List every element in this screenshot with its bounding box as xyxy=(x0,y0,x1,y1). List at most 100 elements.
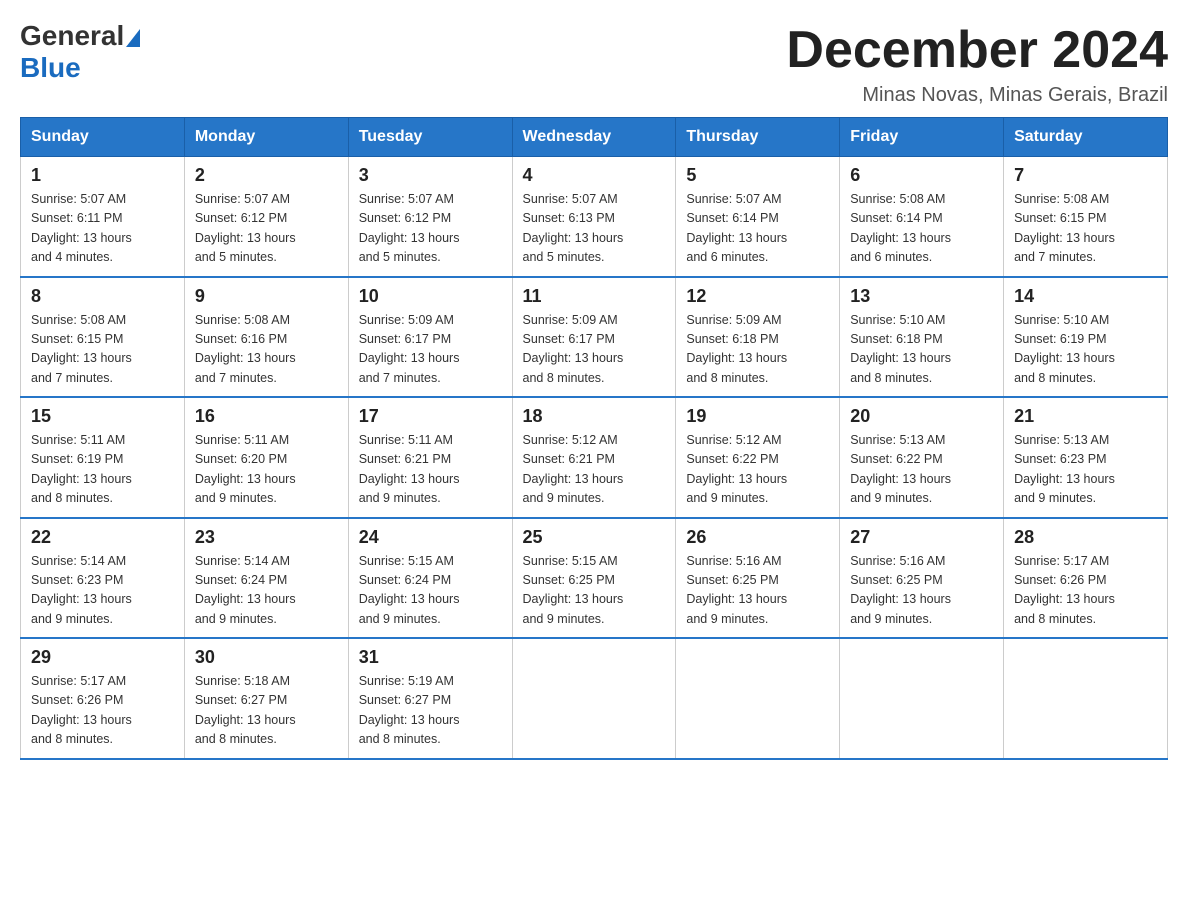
day-info: Sunrise: 5:14 AM Sunset: 6:24 PM Dayligh… xyxy=(195,552,338,630)
day-info: Sunrise: 5:12 AM Sunset: 6:21 PM Dayligh… xyxy=(523,431,666,509)
calendar-cell xyxy=(512,638,676,759)
day-number: 9 xyxy=(195,286,338,307)
day-info: Sunrise: 5:08 AM Sunset: 6:15 PM Dayligh… xyxy=(1014,190,1157,268)
day-info: Sunrise: 5:11 AM Sunset: 6:21 PM Dayligh… xyxy=(359,431,502,509)
calendar-header: SundayMondayTuesdayWednesdayThursdayFrid… xyxy=(21,118,1168,157)
calendar-cell: 1 Sunrise: 5:07 AM Sunset: 6:11 PM Daylig… xyxy=(21,157,185,277)
calendar-cell: 19 Sunrise: 5:12 AM Sunset: 6:22 PM Dayli… xyxy=(676,397,840,518)
day-info: Sunrise: 5:07 AM Sunset: 6:14 PM Dayligh… xyxy=(686,190,829,268)
day-number: 17 xyxy=(359,406,502,427)
calendar-cell: 18 Sunrise: 5:12 AM Sunset: 6:21 PM Dayli… xyxy=(512,397,676,518)
day-info: Sunrise: 5:13 AM Sunset: 6:22 PM Dayligh… xyxy=(850,431,993,509)
calendar-cell: 30Sunrise: 5:18 AM Sunset: 6:27 PM Dayli… xyxy=(184,638,348,759)
day-number: 19 xyxy=(686,406,829,427)
calendar-week-2: 8 Sunrise: 5:08 AM Sunset: 6:15 PM Daylig… xyxy=(21,277,1168,398)
day-info: Sunrise: 5:07 AM Sunset: 6:12 PM Dayligh… xyxy=(359,190,502,268)
calendar-cell: 25 Sunrise: 5:15 AM Sunset: 6:25 PM Dayli… xyxy=(512,518,676,639)
day-info: Sunrise: 5:15 AM Sunset: 6:24 PM Dayligh… xyxy=(359,552,502,630)
day-number: 26 xyxy=(686,527,829,548)
calendar-cell: 17 Sunrise: 5:11 AM Sunset: 6:21 PM Dayli… xyxy=(348,397,512,518)
day-number: 4 xyxy=(523,165,666,186)
day-info: Sunrise: 5:15 AM Sunset: 6:25 PM Dayligh… xyxy=(523,552,666,630)
day-info: Sunrise: 5:07 AM Sunset: 6:11 PM Dayligh… xyxy=(31,190,174,268)
column-header-friday: Friday xyxy=(840,118,1004,157)
day-number: 31 xyxy=(359,647,502,668)
day-number: 20 xyxy=(850,406,993,427)
calendar-cell: 20 Sunrise: 5:13 AM Sunset: 6:22 PM Dayli… xyxy=(840,397,1004,518)
logo: General Blue xyxy=(20,20,142,84)
calendar-cell: 9 Sunrise: 5:08 AM Sunset: 6:16 PM Daylig… xyxy=(184,277,348,398)
day-info: Sunrise: 5:09 AM Sunset: 6:17 PM Dayligh… xyxy=(523,311,666,389)
logo-blue-text: Blue xyxy=(20,52,81,83)
day-number: 12 xyxy=(686,286,829,307)
calendar-week-3: 15 Sunrise: 5:11 AM Sunset: 6:19 PM Dayli… xyxy=(21,397,1168,518)
column-header-sunday: Sunday xyxy=(21,118,185,157)
day-number: 11 xyxy=(523,286,666,307)
calendar-subtitle: Minas Novas, Minas Gerais, Brazil xyxy=(786,84,1168,107)
title-area: December 2024 Minas Novas, Minas Gerais,… xyxy=(786,20,1168,107)
calendar-cell: 21 Sunrise: 5:13 AM Sunset: 6:23 PM Dayli… xyxy=(1004,397,1168,518)
logo-general-text: General xyxy=(20,20,124,52)
day-number: 1 xyxy=(31,165,174,186)
day-number: 22 xyxy=(31,527,174,548)
day-info: Sunrise: 5:08 AM Sunset: 6:16 PM Dayligh… xyxy=(195,311,338,389)
day-number: 30 xyxy=(195,647,338,668)
day-info: Sunrise: 5:11 AM Sunset: 6:19 PM Dayligh… xyxy=(31,431,174,509)
day-info: Sunrise: 5:17 AM Sunset: 6:26 PM Dayligh… xyxy=(31,672,174,750)
column-header-thursday: Thursday xyxy=(676,118,840,157)
calendar-cell: 22 Sunrise: 5:14 AM Sunset: 6:23 PM Dayli… xyxy=(21,518,185,639)
day-info: Sunrise: 5:08 AM Sunset: 6:15 PM Dayligh… xyxy=(31,311,174,389)
logo-triangle-icon xyxy=(126,29,140,47)
day-number: 14 xyxy=(1014,286,1157,307)
day-number: 8 xyxy=(31,286,174,307)
day-number: 2 xyxy=(195,165,338,186)
day-info: Sunrise: 5:09 AM Sunset: 6:18 PM Dayligh… xyxy=(686,311,829,389)
calendar-cell: 6 Sunrise: 5:08 AM Sunset: 6:14 PM Daylig… xyxy=(840,157,1004,277)
day-info: Sunrise: 5:11 AM Sunset: 6:20 PM Dayligh… xyxy=(195,431,338,509)
day-number: 15 xyxy=(31,406,174,427)
calendar-cell: 12 Sunrise: 5:09 AM Sunset: 6:18 PM Dayli… xyxy=(676,277,840,398)
day-info: Sunrise: 5:12 AM Sunset: 6:22 PM Dayligh… xyxy=(686,431,829,509)
day-number: 10 xyxy=(359,286,502,307)
calendar-cell: 11 Sunrise: 5:09 AM Sunset: 6:17 PM Dayli… xyxy=(512,277,676,398)
day-info: Sunrise: 5:10 AM Sunset: 6:18 PM Dayligh… xyxy=(850,311,993,389)
day-info: Sunrise: 5:09 AM Sunset: 6:17 PM Dayligh… xyxy=(359,311,502,389)
day-info: Sunrise: 5:17 AM Sunset: 6:26 PM Dayligh… xyxy=(1014,552,1157,630)
calendar-cell: 10 Sunrise: 5:09 AM Sunset: 6:17 PM Dayli… xyxy=(348,277,512,398)
calendar-cell: 14 Sunrise: 5:10 AM Sunset: 6:19 PM Dayli… xyxy=(1004,277,1168,398)
calendar-title: December 2024 xyxy=(786,20,1168,80)
calendar-cell: 8 Sunrise: 5:08 AM Sunset: 6:15 PM Daylig… xyxy=(21,277,185,398)
day-info: Sunrise: 5:14 AM Sunset: 6:23 PM Dayligh… xyxy=(31,552,174,630)
day-number: 25 xyxy=(523,527,666,548)
day-info: Sunrise: 5:07 AM Sunset: 6:13 PM Dayligh… xyxy=(523,190,666,268)
calendar-cell: 29 Sunrise: 5:17 AM Sunset: 6:26 PM Dayli… xyxy=(21,638,185,759)
day-info: Sunrise: 5:10 AM Sunset: 6:19 PM Dayligh… xyxy=(1014,311,1157,389)
calendar-cell: 27Sunrise: 5:16 AM Sunset: 6:25 PM Dayli… xyxy=(840,518,1004,639)
day-number: 3 xyxy=(359,165,502,186)
day-number: 24 xyxy=(359,527,502,548)
day-number: 21 xyxy=(1014,406,1157,427)
day-info: Sunrise: 5:08 AM Sunset: 6:14 PM Dayligh… xyxy=(850,190,993,268)
day-number: 18 xyxy=(523,406,666,427)
calendar-cell: 23 Sunrise: 5:14 AM Sunset: 6:24 PM Dayli… xyxy=(184,518,348,639)
day-number: 6 xyxy=(850,165,993,186)
calendar-body: 1 Sunrise: 5:07 AM Sunset: 6:11 PM Daylig… xyxy=(21,157,1168,759)
calendar-cell: 2 Sunrise: 5:07 AM Sunset: 6:12 PM Daylig… xyxy=(184,157,348,277)
day-number: 13 xyxy=(850,286,993,307)
calendar-cell: 3 Sunrise: 5:07 AM Sunset: 6:12 PM Daylig… xyxy=(348,157,512,277)
day-info: Sunrise: 5:07 AM Sunset: 6:12 PM Dayligh… xyxy=(195,190,338,268)
calendar-cell: 24 Sunrise: 5:15 AM Sunset: 6:24 PM Dayli… xyxy=(348,518,512,639)
calendar-cell xyxy=(676,638,840,759)
calendar-table: SundayMondayTuesdayWednesdayThursdayFrid… xyxy=(20,117,1168,760)
column-header-tuesday: Tuesday xyxy=(348,118,512,157)
calendar-cell: 5 Sunrise: 5:07 AM Sunset: 6:14 PM Daylig… xyxy=(676,157,840,277)
day-number: 23 xyxy=(195,527,338,548)
calendar-cell: 15 Sunrise: 5:11 AM Sunset: 6:19 PM Dayli… xyxy=(21,397,185,518)
day-info: Sunrise: 5:13 AM Sunset: 6:23 PM Dayligh… xyxy=(1014,431,1157,509)
day-number: 29 xyxy=(31,647,174,668)
day-number: 28 xyxy=(1014,527,1157,548)
day-number: 7 xyxy=(1014,165,1157,186)
day-number: 27 xyxy=(850,527,993,548)
day-number: 5 xyxy=(686,165,829,186)
day-number: 16 xyxy=(195,406,338,427)
